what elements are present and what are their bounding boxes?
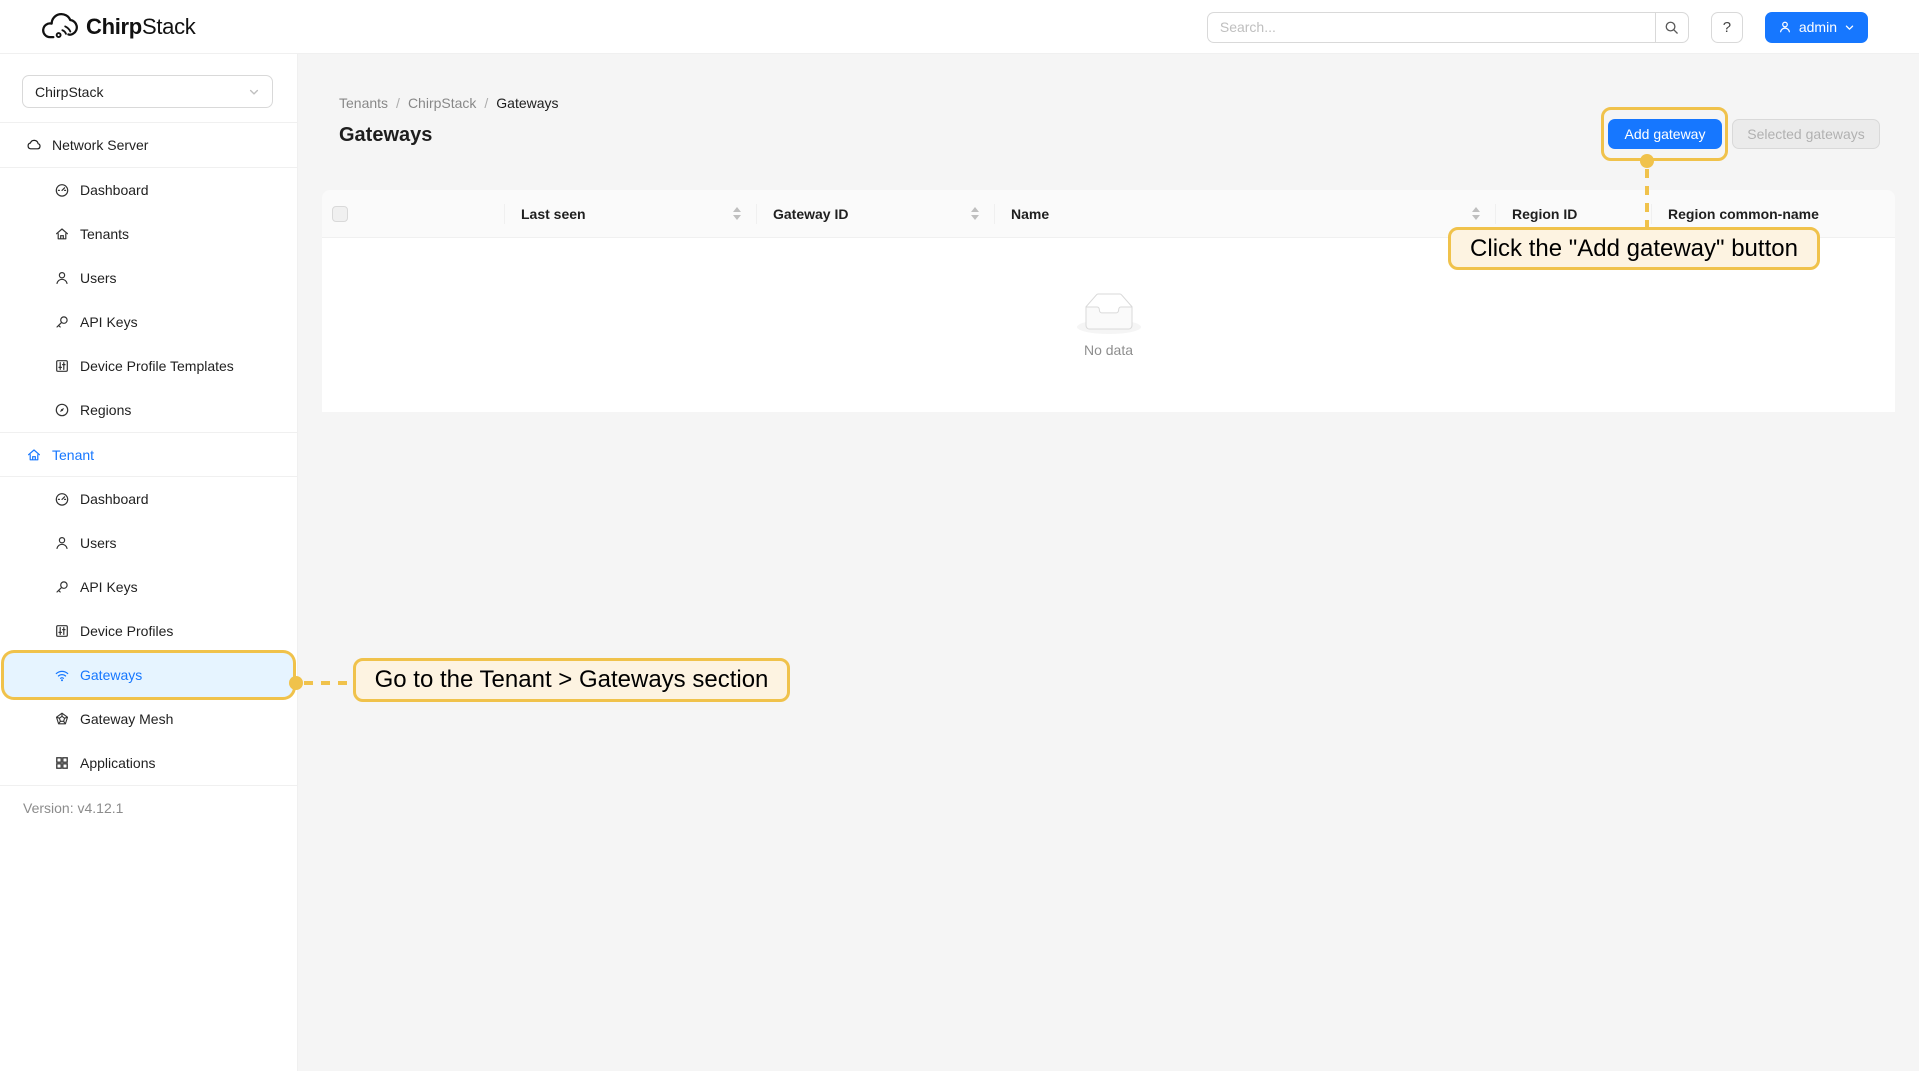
home-icon [54,226,70,242]
sidebar-menu: Network Server Dashboard Tenants [0,122,297,786]
sidebar-group-network-server[interactable]: Network Server [0,123,297,168]
top-header: ChirpStack ? admin [0,0,1919,54]
gateways-table: Last seen Gateway ID Name Region ID Regi… [322,190,1895,412]
search-icon [1664,20,1679,35]
sidebar-item-label: Tenants [80,226,129,242]
sidebar-item-ns-api-keys[interactable]: API Keys [0,300,297,344]
select-all-checkbox[interactable] [332,206,348,222]
user-menu-button[interactable]: admin [1765,12,1868,43]
empty-inbox-icon [1077,293,1141,334]
sidebar-item-label: Device Profile Templates [80,358,234,374]
sidebar-item-label: Users [80,535,117,551]
help-button[interactable]: ? [1711,12,1743,43]
sidebar-group-tenant[interactable]: Tenant [0,432,297,477]
breadcrumb-separator: / [396,95,400,111]
search-button[interactable] [1655,12,1689,43]
version-label: Version: v4.12.1 [0,786,297,816]
control-icon [54,623,70,639]
breadcrumb: Tenants / ChirpStack / Gateways [339,95,559,111]
column-label: Name [1011,206,1049,222]
user-icon [54,535,70,551]
tenant-select-value: ChirpStack [35,84,103,100]
page-title: Gateways [339,124,432,147]
connector-dashed-line-horizontal [304,681,353,685]
breadcrumb-gateways: Gateways [496,95,558,111]
user-icon [1778,20,1792,34]
sidebar-item-ns-users[interactable]: Users [0,256,297,300]
sidebar-item-label: API Keys [80,314,138,330]
sidebar-group-label: Tenant [52,447,94,463]
connector-dot [1640,154,1654,168]
compass-icon [54,402,70,418]
key-icon [54,579,70,595]
sidebar-item-label: Users [80,270,117,286]
breadcrumb-separator: / [484,95,488,111]
table-header-name[interactable]: Name [995,190,1496,237]
sidebar-item-label: Gateways [80,667,142,683]
sidebar-item-label: Applications [80,755,156,771]
sidebar: ChirpStack Network Server Dashboard [0,54,298,1071]
appstore-icon [54,755,70,771]
sidebar-item-label: Gateway Mesh [80,711,173,727]
tenant-select[interactable]: ChirpStack [22,75,273,108]
sidebar-item-device-profile-templates[interactable]: Device Profile Templates [0,344,297,388]
column-label: Region ID [1512,206,1577,222]
breadcrumb-tenants[interactable]: Tenants [339,95,388,111]
sort-icon [733,207,741,220]
sidebar-item-applications[interactable]: Applications [0,741,297,785]
user-name: admin [1799,19,1837,35]
home-icon [26,447,42,463]
sidebar-item-tenant-dashboard[interactable]: Dashboard [0,477,297,521]
add-gateway-button[interactable]: Add gateway [1608,119,1722,149]
chevron-down-icon [1844,22,1855,33]
sidebar-item-device-profiles[interactable]: Device Profiles [0,609,297,653]
sidebar-item-tenant-users[interactable]: Users [0,521,297,565]
table-header-last-seen[interactable]: Last seen [505,190,757,237]
column-label: Gateway ID [773,206,848,222]
sort-icon [1472,207,1480,220]
connector-dot [289,676,303,690]
dashboard-icon [54,182,70,198]
sidebar-item-label: Dashboard [80,182,149,198]
chirpstack-cloud-icon [40,11,78,43]
callout-gateways-nav: Go to the Tenant > Gateways section [353,658,790,702]
brand-name: ChirpStack [86,14,195,40]
control-icon [54,358,70,374]
sidebar-group-label: Network Server [52,137,148,153]
sidebar-item-label: Dashboard [80,491,149,507]
selected-gateways-button[interactable]: Selected gateways [1732,119,1880,149]
search-input[interactable] [1207,12,1655,43]
column-label: Last seen [521,206,586,222]
breadcrumb-chirpstack[interactable]: ChirpStack [408,95,476,111]
wifi-icon [54,667,70,683]
dashboard-icon [54,491,70,507]
column-label: Region common-name [1668,206,1819,222]
cloud-icon [26,137,42,153]
sidebar-item-label: API Keys [80,579,138,595]
sidebar-item-gateway-mesh[interactable]: Gateway Mesh [0,697,297,741]
table-header-gateway-id[interactable]: Gateway ID [757,190,995,237]
select-chevron-icon [248,86,260,98]
chirpstack-logo: ChirpStack [40,11,195,43]
sidebar-item-gateways[interactable]: Gateways [4,653,293,697]
sidebar-item-regions[interactable]: Regions [0,388,297,432]
key-icon [54,314,70,330]
sidebar-item-tenant-api-keys[interactable]: API Keys [0,565,297,609]
sort-icon [971,207,979,220]
sidebar-item-ns-dashboard[interactable]: Dashboard [0,168,297,212]
table-header-checkbox-cell [322,190,505,237]
callout-add-gateway: Click the "Add gateway" button [1448,227,1820,270]
sidebar-item-label: Regions [80,402,131,418]
sidebar-item-label: Device Profiles [80,623,173,639]
user-icon [54,270,70,286]
connector-dashed-line-vertical [1645,169,1649,227]
sidebar-item-tenants[interactable]: Tenants [0,212,297,256]
empty-text: No data [1084,342,1133,358]
mesh-icon [54,711,70,727]
